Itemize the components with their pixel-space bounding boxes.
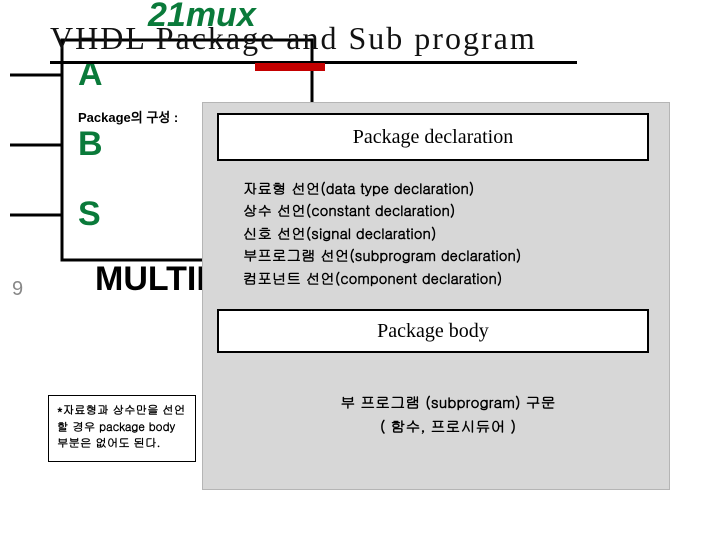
package-body-note: *자료형과 상수만을 선언할 경우 package body 부분은 없어도 된… bbox=[48, 395, 196, 462]
bg-index: 9 bbox=[12, 278, 23, 301]
bg-port-s: S bbox=[78, 195, 101, 234]
slide-title: VHDL Package and Sub program bbox=[50, 20, 577, 64]
decl-item: 컴포넌트 선언(component declaration) bbox=[243, 268, 653, 290]
bg-port-b: B bbox=[78, 125, 103, 164]
decl-item: 신호 선언(signal declaration) bbox=[243, 223, 653, 245]
body-item: 부 프로그램 (subprogram) 구문 bbox=[243, 391, 653, 415]
decl-item: 부프로그램 선언(subprogram declaration) bbox=[243, 245, 653, 267]
package-declaration-items: 자료형 선언(data type declaration) 상수 선언(cons… bbox=[243, 178, 653, 290]
package-structure-box: Package declaration 자료형 선언(data type dec… bbox=[202, 102, 670, 490]
package-structure-label: Package의 구성 : bbox=[78, 107, 178, 126]
package-body-heading: Package body bbox=[217, 309, 649, 353]
body-item: ( 함수, 프로시듀어 ) bbox=[243, 415, 653, 439]
package-declaration-heading: Package declaration bbox=[217, 113, 649, 161]
title-accent-bar bbox=[255, 63, 325, 71]
package-body-items: 부 프로그램 (subprogram) 구문 ( 함수, 프로시듀어 ) bbox=[243, 391, 653, 439]
decl-item: 상수 선언(constant declaration) bbox=[243, 200, 653, 222]
decl-item: 자료형 선언(data type declaration) bbox=[243, 178, 653, 200]
